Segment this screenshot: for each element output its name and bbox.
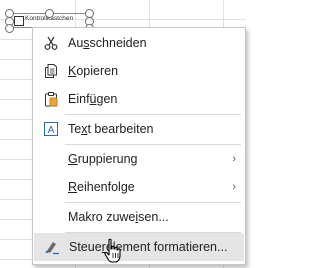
hand-cursor-icon: [104, 238, 121, 263]
scissors-icon: [41, 33, 61, 53]
paste-icon: [41, 89, 61, 109]
format-control-icon: [42, 237, 62, 257]
menu-item-assign-macro[interactable]: Makro zuweisen...: [33, 203, 245, 231]
menu-item-label: Ausschneiden: [68, 36, 147, 50]
menu-item-format-control[interactable]: Steuerelement formatieren...: [34, 233, 244, 261]
copy-icon: [41, 61, 61, 81]
resize-handle-top-center[interactable]: [45, 9, 54, 18]
menu-item-label: Text bearbeiten: [68, 122, 154, 136]
edit-text-icon: A: [41, 119, 61, 139]
menu-item-cut[interactable]: Ausschneiden: [33, 29, 245, 57]
menu-item-paste[interactable]: Einfügen: [33, 85, 245, 113]
menu-item-grouping[interactable]: Gruppierung ›: [33, 145, 245, 173]
resize-handle-bottom-left[interactable]: [5, 24, 14, 33]
menu-item-label: Steuerelement formatieren...: [69, 240, 228, 254]
menu-item-edit-text[interactable]: A Text bearbeiten: [33, 115, 245, 143]
menu-item-label: Einfügen: [68, 92, 118, 106]
menu-item-label: Makro zuweisen...: [68, 210, 169, 224]
menu-item-copy[interactable]: Kopieren: [33, 57, 245, 85]
context-menu: Ausschneiden Kopieren Einfügen A Text be…: [32, 27, 246, 265]
checkbox[interactable]: [14, 16, 24, 26]
menu-item-label: Kopieren: [68, 64, 119, 78]
menu-item-label: Reihenfolge: [68, 180, 135, 194]
submenu-arrow-icon: ›: [232, 181, 236, 193]
svg-text:A: A: [48, 125, 55, 136]
menu-item-order[interactable]: Reihenfolge ›: [33, 173, 245, 201]
submenu-arrow-icon: ›: [232, 153, 236, 165]
menu-item-label: Gruppierung: [68, 152, 138, 166]
